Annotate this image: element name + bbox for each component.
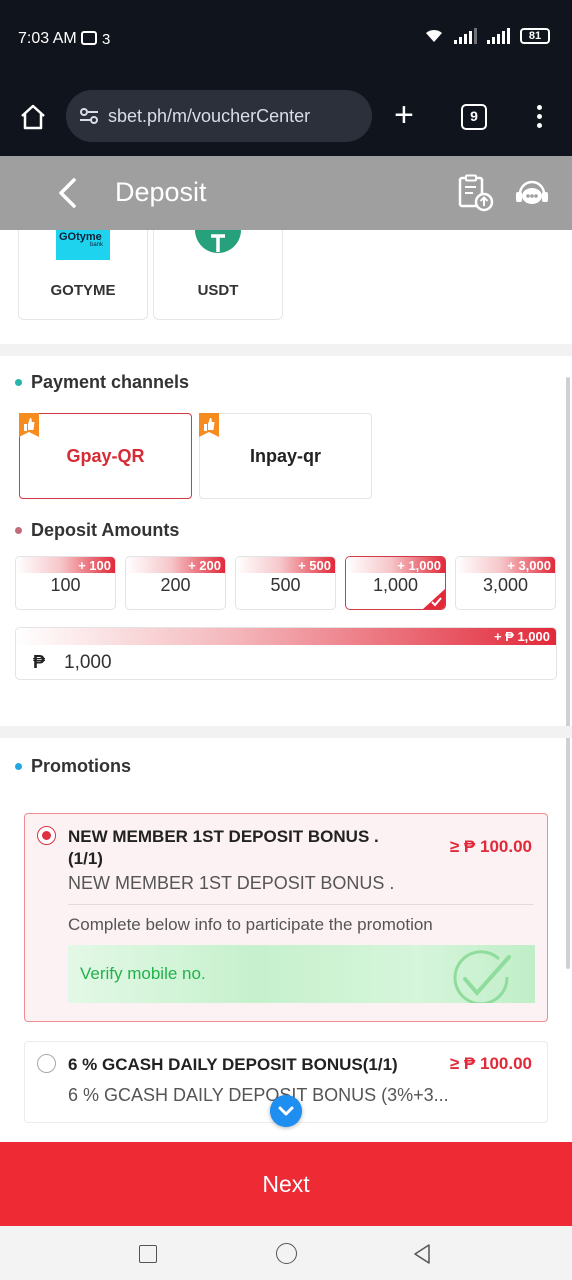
promotion-radio[interactable] — [37, 1054, 56, 1073]
amount-value: 100 — [50, 575, 81, 595]
amount-option-500[interactable]: + 500 500 — [235, 556, 336, 610]
tab-switcher-button[interactable]: 9 — [461, 104, 487, 130]
section-title-text: Payment channels — [31, 372, 190, 392]
wifi-icon — [426, 29, 442, 42]
method-card-usdt[interactable]: USDT — [153, 230, 283, 320]
bonus-bar — [16, 628, 556, 645]
bullet-dot — [15, 527, 22, 534]
method-label: GOTYME — [50, 282, 116, 299]
signal-icon-2 — [487, 28, 510, 44]
channel-inpay-qr[interactable]: Inpay-qr — [199, 413, 372, 499]
battery-icon: 81 — [520, 28, 550, 44]
thumbs-up-icon — [199, 413, 219, 437]
amount-option-3000[interactable]: + 3,000 3,000 — [455, 556, 556, 610]
svg-text:bank: bank — [90, 242, 104, 248]
amount-input-value[interactable]: 1,000 — [64, 652, 112, 674]
scrollbar[interactable] — [566, 377, 570, 969]
verify-mobile-label: Verify mobile no. — [80, 964, 206, 983]
section-title-text: Deposit Amounts — [31, 520, 180, 540]
promotion-title-line2: (1/1) — [68, 849, 103, 868]
method-card-gotyme[interactable]: GOtyme bank GOTYME — [18, 230, 148, 320]
app-header: Deposit — [0, 156, 572, 230]
back-triangle-icon[interactable] — [412, 1243, 432, 1265]
promotion-min-amount: ≥ ₱ 100.00 — [449, 837, 532, 856]
bonus-label: + 100 — [78, 558, 111, 573]
next-button[interactable]: Next — [0, 1142, 572, 1226]
amount-value: 500 — [270, 575, 301, 595]
back-arrow-icon[interactable] — [52, 176, 82, 210]
amount-value: 200 — [160, 575, 191, 595]
status-time: 7:03 AM — [18, 30, 77, 47]
promotion-subtitle: 6 % GCASH DAILY DEPOSIT BONUS (3%+3... — [68, 1085, 449, 1105]
promotion-min-amount: ≥ ₱ 100.00 — [449, 1054, 532, 1073]
home-circle-icon[interactable] — [276, 1243, 297, 1264]
scroll-down-icon[interactable] — [270, 1095, 302, 1127]
customer-service-icon[interactable] — [514, 176, 550, 210]
method-label: USDT — [197, 282, 239, 299]
url-text: sbet.ph/m/voucherCenter — [108, 106, 311, 126]
section-divider — [0, 726, 572, 738]
gotyme-logo: GOtyme bank — [56, 230, 110, 260]
new-tab-button[interactable]: + — [394, 98, 414, 132]
deposit-amounts-heading: Deposit Amounts — [15, 520, 179, 541]
address-bar[interactable]: sbet.ph/m/voucherCenter — [66, 90, 372, 142]
home-icon[interactable] — [18, 102, 48, 132]
section-divider — [0, 344, 572, 356]
deposit-record-icon[interactable] — [456, 174, 494, 212]
promotions-heading: Promotions — [15, 756, 131, 777]
channel-name: Gpay-QR — [66, 446, 145, 466]
promotion-title: NEW MEMBER 1ST DEPOSIT BONUS . — [68, 827, 379, 846]
bonus-label: + 3,000 — [507, 558, 551, 573]
currency-symbol: ₱ — [33, 652, 46, 672]
amount-option-100[interactable]: + 100 100 — [15, 556, 116, 610]
bonus-label: + 1,000 — [397, 558, 441, 573]
bullet-dot — [15, 763, 22, 770]
status-bar: 7:03 AM 3 81 — [0, 0, 572, 80]
amount-value: 3,000 — [482, 575, 529, 595]
bullet-dot — [15, 379, 22, 386]
recent-apps-icon[interactable] — [139, 1245, 157, 1263]
verify-mobile-item[interactable]: Verify mobile no. — [68, 945, 535, 1003]
bonus-label: + 200 — [188, 558, 221, 573]
signal-icon — [454, 28, 477, 44]
thumbs-up-icon — [19, 413, 39, 437]
deposit-amount-input[interactable]: + ₱ 1,000 ₱ 1,000 — [15, 627, 557, 680]
promotion-radio[interactable] — [37, 826, 56, 845]
bonus-label: + 500 — [298, 558, 331, 573]
usdt-logo — [195, 230, 241, 253]
amount-option-200[interactable]: + 200 200 — [125, 556, 226, 610]
browser-toolbar: sbet.ph/m/voucherCenter + 9 — [0, 80, 572, 156]
channel-gpay-qr[interactable]: Gpay-QR — [19, 413, 192, 499]
site-settings-icon[interactable] — [78, 106, 100, 126]
divider — [68, 904, 534, 905]
message-icon — [81, 31, 97, 45]
system-nav-bar — [0, 1226, 572, 1280]
section-title-text: Promotions — [31, 756, 132, 776]
notification-count: 3 — [102, 31, 111, 48]
checkmark-icon — [453, 950, 511, 1003]
channel-name: Inpay-qr — [249, 446, 321, 466]
promotion-title: 6 % GCASH DAILY DEPOSIT BONUS(1/1) — [68, 1055, 398, 1074]
amount-option-1000[interactable]: + 1,000 1,000 — [345, 556, 446, 610]
bonus-label: + ₱ 1,000 — [493, 629, 550, 644]
promotion-subtitle: NEW MEMBER 1ST DEPOSIT BONUS . — [68, 873, 395, 893]
payment-channels-heading: Payment channels — [15, 372, 189, 393]
promotion-info: Complete below info to participate the p… — [68, 915, 433, 934]
page-title: Deposit — [115, 177, 207, 207]
promotion-card-new-member[interactable]: NEW MEMBER 1ST DEPOSIT BONUS . (1/1) ≥ ₱… — [24, 813, 548, 1022]
overflow-menu-icon[interactable] — [532, 102, 546, 132]
selected-check-icon — [423, 589, 445, 609]
